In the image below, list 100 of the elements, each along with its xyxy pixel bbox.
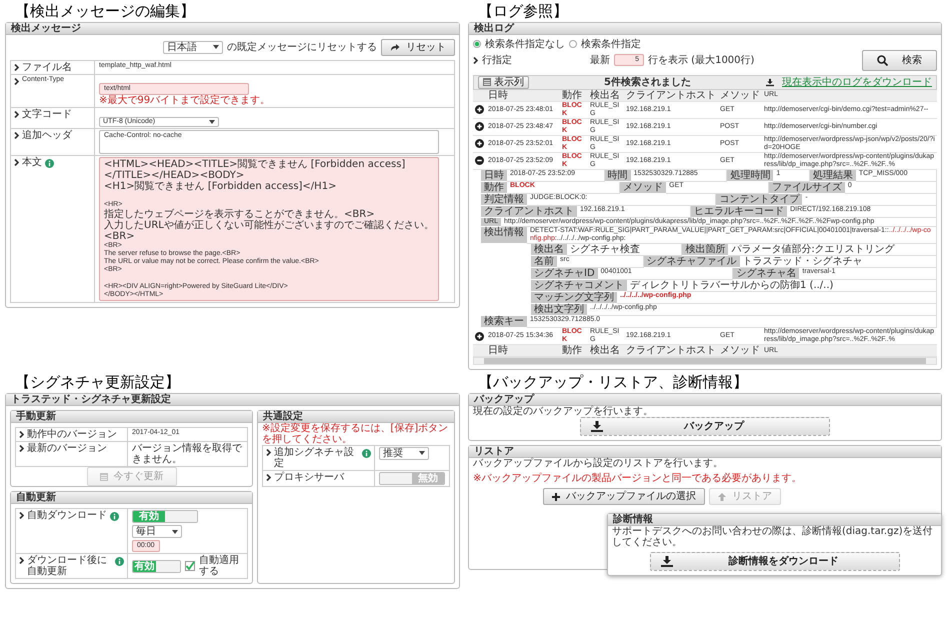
panel-header: バックアップ — [469, 394, 941, 406]
column-header: 動作 — [561, 90, 583, 100]
upload-icon — [718, 492, 726, 500]
download-link[interactable]: 現在表示中のログをダウンロード — [782, 76, 932, 88]
detail-label: 動作 — [481, 182, 507, 194]
detail-label: 判定情報 — [481, 194, 527, 206]
file-select-button[interactable]: バックアップファイルの選択 — [543, 488, 705, 505]
field-value: バージョン情報を取得できません。 — [132, 442, 243, 465]
column-header: 検出名 — [589, 90, 621, 100]
minus-circle-icon[interactable] — [475, 156, 484, 166]
hint-text: ※最大で99バイトまで設定できます。 — [99, 94, 272, 106]
checkbox[interactable] — [184, 561, 195, 572]
download-icon — [591, 420, 603, 432]
chevron-icon — [266, 448, 271, 456]
dropdown[interactable]: 日本語 — [163, 40, 223, 54]
detail-label: 検出箇所 — [682, 244, 728, 256]
result-count: 5件検索されました — [603, 76, 692, 88]
detail-label: 処理時間 — [727, 170, 774, 182]
detail-label: 名前 — [531, 256, 557, 268]
panel-header: 検出ログ — [469, 22, 941, 34]
column-header: 日時 — [487, 345, 509, 356]
text-area[interactable] — [99, 156, 439, 302]
detail-label: マッチング文字列 — [531, 292, 617, 304]
radio-label: 検索条件指定なし — [485, 38, 565, 50]
chevron-icon — [14, 158, 19, 166]
hint-text: ※設定変更を保存するには、[保存]ボタンを押してください。 — [262, 422, 450, 445]
detail-label: 検索キー — [481, 316, 527, 328]
chevron-icon — [19, 557, 24, 564]
reset-hint: の既定メッセージにリセットする — [227, 42, 377, 52]
column-header: 日時 — [487, 90, 509, 100]
field-label: ダウンロード後に自動更新 — [27, 555, 108, 578]
detail-label: シグネチャファイル — [644, 256, 740, 268]
description-text: 現在の設定のバックアップを行います。 — [473, 406, 654, 417]
field-label: 最新 — [590, 54, 610, 66]
field-label: ファイル名 — [22, 62, 72, 72]
search-icon — [877, 54, 888, 66]
detail-label: クライアントホスト — [481, 206, 577, 218]
text-line: 入力したURLや値が正しくない可能性がございますのでご確認ください。<BR> — [104, 220, 434, 242]
panel-header: 診断情報 — [608, 514, 941, 526]
section-caption: 【シグネチャ更新設定】 — [14, 374, 181, 391]
detail-label: メソッド — [620, 182, 666, 194]
field-label: 追加シグネチャ設定 — [274, 446, 355, 469]
backup-button[interactable]: バックアップ — [580, 416, 830, 436]
list-icon — [483, 78, 491, 86]
field-label: 最新のバージョン — [27, 442, 107, 454]
field-label: 文字コード — [22, 108, 72, 120]
download-icon — [660, 556, 672, 567]
description-text: サポートデスクへのお問い合わせの際は、診断情報(diag.tar.gz)を送付してください。 — [612, 526, 934, 548]
checkbox-label: 自動適用する — [198, 555, 240, 578]
dropdown[interactable]: 毎日 — [132, 525, 182, 538]
chevron-icon — [14, 132, 19, 139]
field-label: 本文 — [22, 156, 42, 168]
field-label: プロキシサーバ — [274, 472, 344, 483]
field-label: 行指定 — [482, 54, 512, 66]
reset-button[interactable]: リセット — [381, 38, 455, 56]
detail-label: 検出名 — [531, 244, 567, 256]
caret-icon — [172, 530, 178, 534]
radio-button[interactable] — [473, 40, 481, 48]
text-line: 指定したウェブページを表示することができません。<BR> — [104, 208, 375, 220]
column-header: メソッド — [719, 90, 761, 100]
detail-label: コンテントタイプ — [716, 194, 802, 206]
list-icon — [100, 472, 108, 481]
chevron-icon — [19, 512, 24, 520]
detail-label: シグネチャID — [531, 268, 598, 280]
panel-header: トラステッド・シグネチャ更新設定 — [6, 394, 459, 406]
plus-circle-icon[interactable] — [475, 332, 484, 341]
chevron-icon — [266, 474, 271, 481]
caret-icon — [209, 120, 215, 124]
plus-circle-icon[interactable] — [475, 122, 484, 132]
radio-button[interactable] — [569, 40, 577, 48]
detail-label: 日時 — [481, 170, 507, 182]
field-label: 自動ダウンロード — [27, 510, 107, 522]
search-button[interactable]: 検索 — [862, 50, 937, 70]
detail-label: ヒエラルキーコード — [691, 206, 788, 218]
arrow-icon — [390, 43, 400, 51]
panel-header: リストア — [469, 446, 941, 458]
detail-label: シグネチャ名 — [733, 268, 800, 280]
chevron-icon — [14, 110, 19, 118]
column-header: クライアントホスト — [625, 345, 717, 356]
download-icon — [766, 76, 774, 88]
horizontal-scrollbar[interactable] — [473, 357, 937, 366]
plus-circle-icon[interactable] — [475, 139, 484, 148]
section-caption: 【検出メッセージの編集】 — [14, 3, 196, 20]
column-header: クライアントホスト — [625, 90, 717, 100]
radio-label: 検索条件指定 — [581, 38, 641, 50]
text-line: <HTML><HEAD><TITLE>閲覧できません [Forbidden access]</TITLE></HEAD><BODY> — [104, 158, 406, 181]
columns-button[interactable]: 表示列 — [478, 76, 529, 88]
text-line: <H1>閲覧できません [Forbidden access]</H1> — [104, 180, 338, 192]
detail-label: ファイルサイズ — [768, 182, 845, 194]
column-header: メソッド — [719, 345, 761, 356]
dropdown[interactable]: 推奨 — [379, 446, 429, 460]
detail-value: パラメータ値部分:クエリストリング — [728, 244, 937, 256]
column-header: 動作 — [561, 345, 583, 356]
detail-value: ディレクトリトラバーサルからの防御1 (../..) — [627, 280, 937, 292]
plus-circle-icon[interactable] — [475, 105, 484, 114]
section-caption: 【ログ参照】 — [477, 3, 569, 20]
download-button[interactable]: 診断情報をダウンロード — [650, 552, 900, 571]
detail-label: 検出情報 — [481, 226, 527, 244]
plus-icon — [552, 492, 560, 500]
column-header: 検出名 — [589, 345, 621, 356]
